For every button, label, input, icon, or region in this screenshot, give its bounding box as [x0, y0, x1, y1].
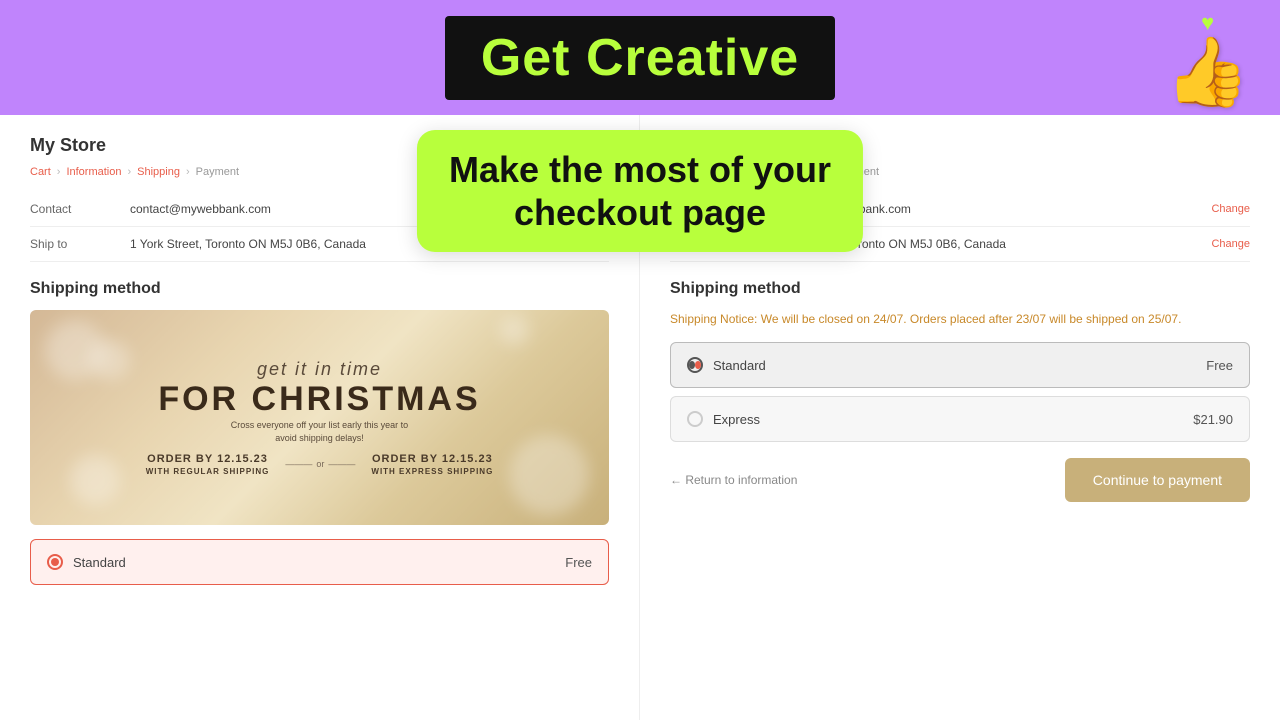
right-ship-to-change[interactable]: Change: [1211, 238, 1250, 250]
bottom-navigation: ← Return to information Continue to paym…: [670, 458, 1250, 502]
breadcrumb-information[interactable]: Information: [66, 166, 121, 178]
shipping-notice: Shipping Notice: We will be closed on 24…: [670, 310, 1250, 328]
banner-or: or: [316, 459, 324, 469]
banner-big-text: FOR CHRISTMAS: [158, 380, 480, 419]
standard-label: Standard: [73, 555, 565, 570]
continue-to-payment-button[interactable]: Continue to payment: [1065, 458, 1250, 502]
return-to-info-link[interactable]: ← Return to information: [670, 473, 797, 487]
right-standard-radio[interactable]: [687, 357, 703, 373]
right-shipping-title: Shipping method: [670, 280, 1250, 298]
banner-express-label: WITH EXPRESS SHIPPING: [371, 467, 493, 476]
sep2: ›: [127, 166, 131, 178]
heart-icon: ♥: [1201, 10, 1214, 36]
right-contact-change[interactable]: Change: [1211, 203, 1250, 215]
right-express-price: $21.90: [1193, 412, 1233, 427]
right-express-option[interactable]: Express $21.90: [670, 396, 1250, 442]
banner-bottom: ORDER BY 12.15.23 WITH REGULAR SHIPPING …: [146, 453, 494, 476]
right-express-radio[interactable]: [687, 411, 703, 427]
banner-sub-text: Cross everyone off your list early this …: [230, 419, 410, 444]
left-standard-option[interactable]: Standard Free: [30, 539, 609, 585]
banner-regular-date: ORDER BY 12.15.23: [147, 453, 268, 465]
standard-radio[interactable]: [47, 554, 63, 570]
thumbs-decoration: ♥ 👍: [1165, 10, 1250, 106]
title-box: Get Creative: [445, 16, 835, 100]
tooltip-line1: Make the most of your checkout page: [449, 148, 831, 234]
contact-label: Contact: [30, 202, 110, 216]
breadcrumb-cart[interactable]: Cart: [30, 166, 51, 178]
standard-price: Free: [565, 555, 592, 570]
right-standard-option[interactable]: Standard Free: [670, 342, 1250, 388]
banner-regular-group: ORDER BY 12.15.23 WITH REGULAR SHIPPING: [146, 453, 270, 476]
sep1: ›: [57, 166, 61, 178]
sep3: ›: [186, 166, 190, 178]
banner-italic-text: get it in time: [257, 359, 382, 380]
right-express-label: Express: [713, 412, 1193, 427]
right-standard-label: Standard: [713, 358, 1206, 373]
banner-express-group: ORDER BY 12.15.23 WITH EXPRESS SHIPPING: [371, 453, 493, 476]
header: Get Creative ♥ 👍: [0, 0, 1280, 115]
breadcrumb-payment: Payment: [196, 166, 239, 178]
ship-to-label: Ship to: [30, 237, 110, 251]
christmas-banner: get it in time FOR CHRISTMAS Cross every…: [30, 310, 609, 525]
tooltip-overlay: Make the most of your checkout page: [417, 130, 863, 252]
right-standard-price: Free: [1206, 358, 1233, 373]
banner-express-date: ORDER BY 12.15.23: [372, 453, 493, 465]
banner-regular-label: WITH REGULAR SHIPPING: [146, 467, 270, 476]
breadcrumb-shipping[interactable]: Shipping: [137, 166, 180, 178]
left-shipping-title: Shipping method: [30, 280, 609, 298]
thumbs-up-icon: 👍: [1165, 38, 1250, 106]
banner-dividers: ——— or ———: [285, 459, 355, 469]
header-title: Get Creative: [481, 29, 799, 87]
